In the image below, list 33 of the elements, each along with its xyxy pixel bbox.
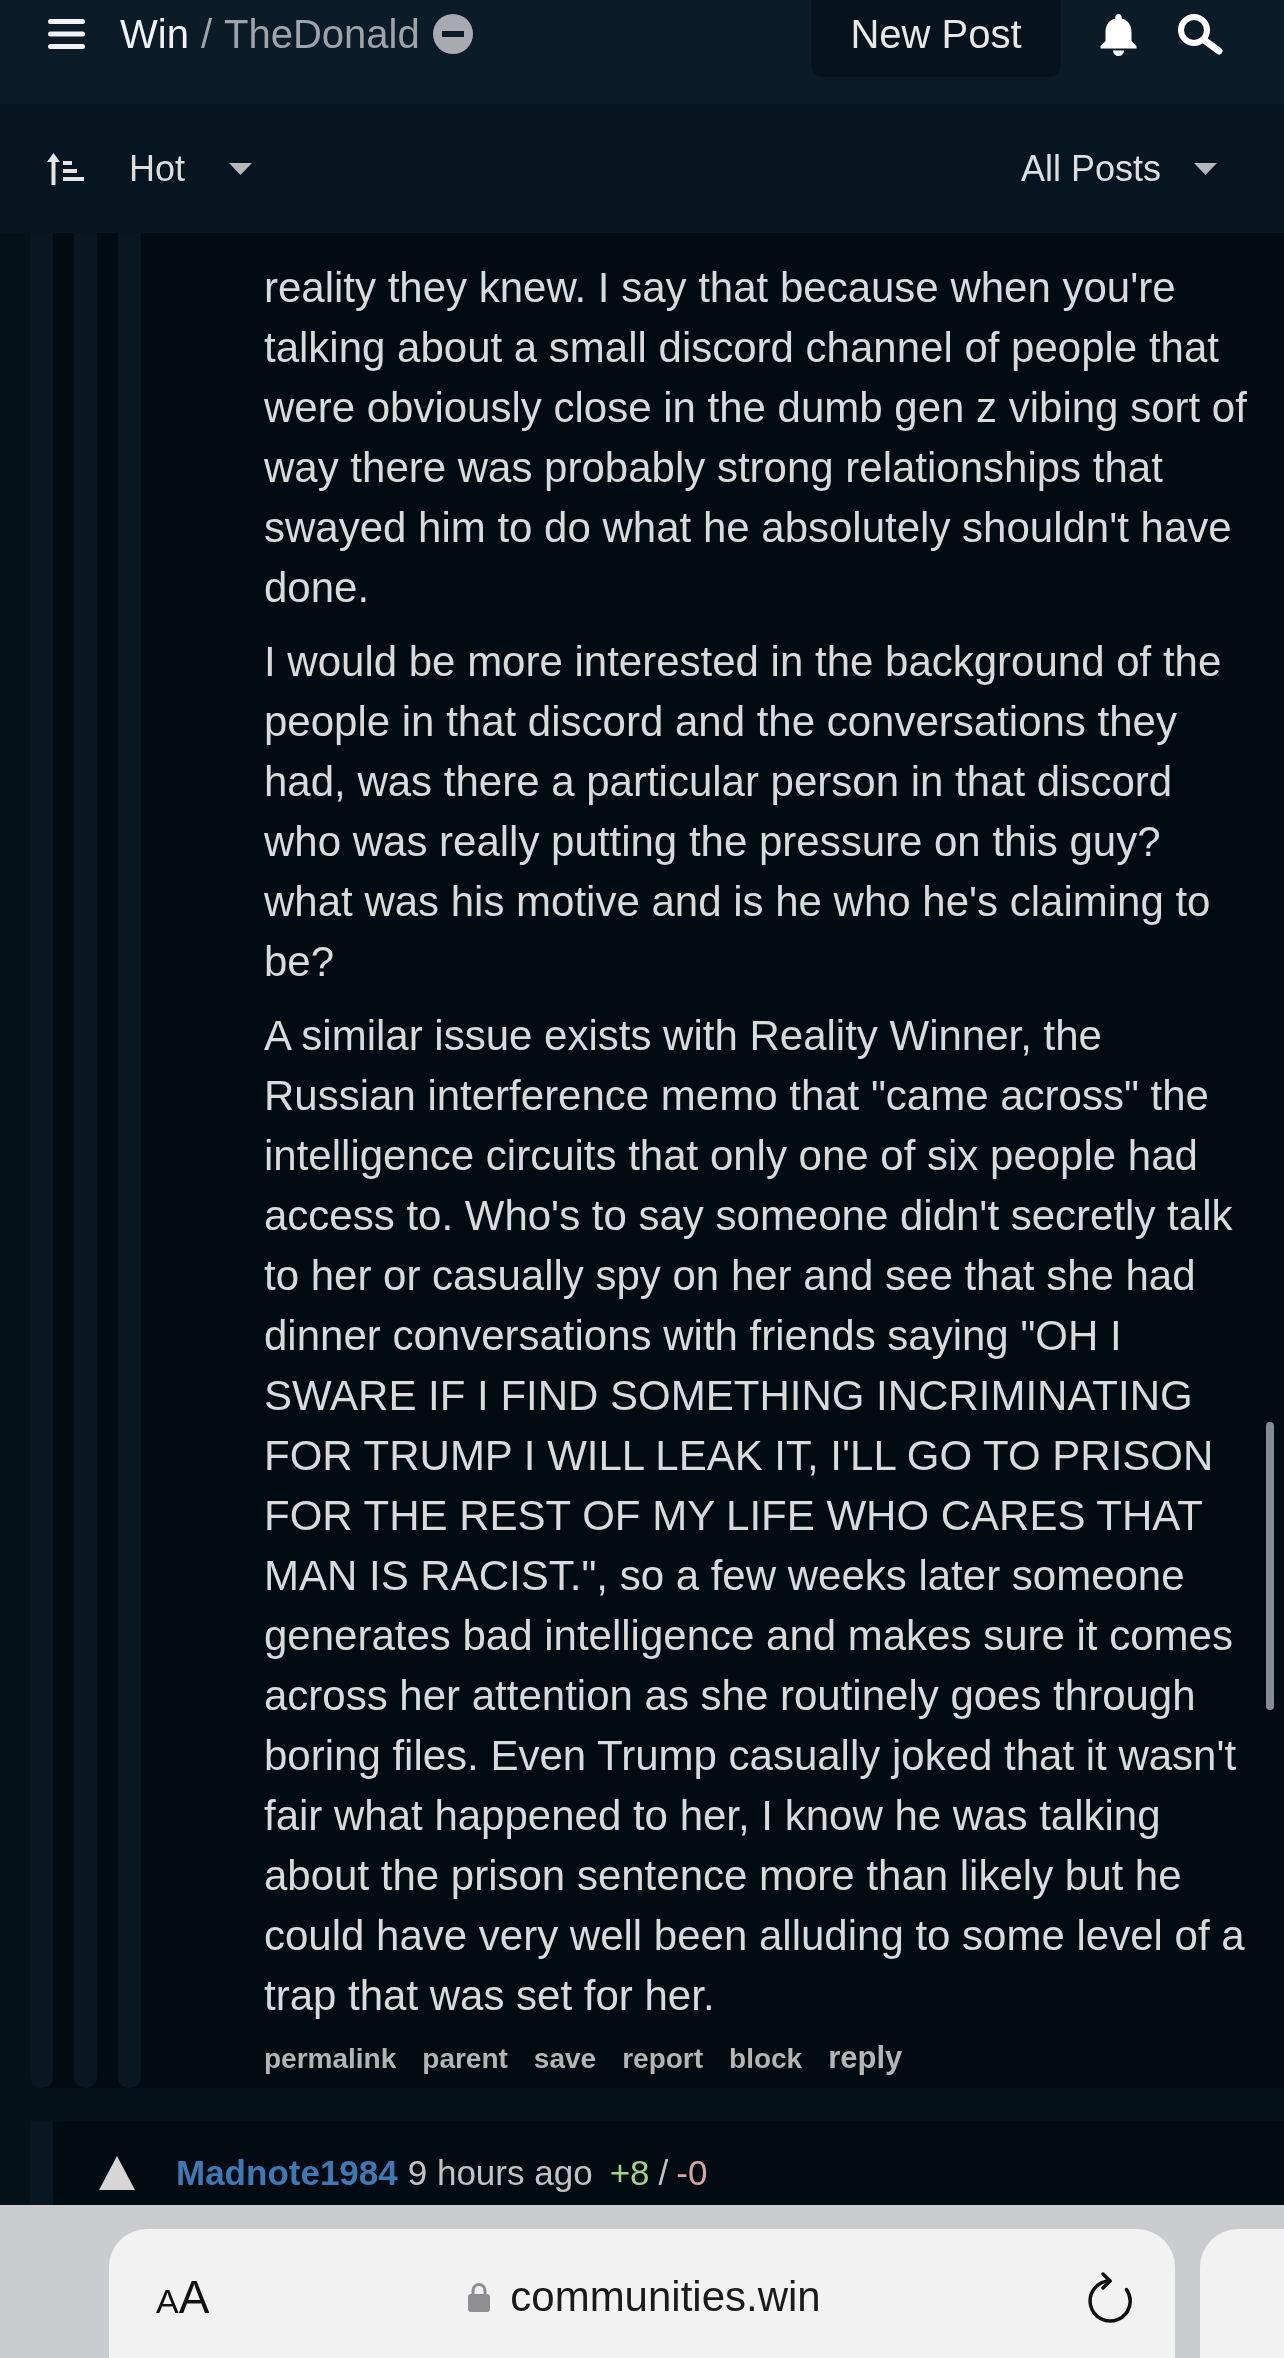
site-name[interactable]: Win (120, 11, 189, 57)
breadcrumb-separator: / (200, 11, 212, 57)
downvote-count: -0 (676, 2153, 708, 2193)
minus-circle-icon[interactable] (432, 14, 473, 54)
comment-paragraph: reality they knew. I say that because when you're talking about a small discord channel of people that were obviously close in the dumb gen z vibing sort of way there was probably strong relationships that swayed him to do what he absolutely shouldn't have done. (264, 263, 1248, 613)
reply-link[interactable]: reply (828, 2040, 903, 2076)
comment-paragraph: I would be more interested in the background of the people in that discord and the conversations they had, was there a particular person in that discord who was really putting the pressure on this guy? what was his motive and is he who he's claiming to be? (264, 637, 1223, 987)
sort-icon[interactable] (47, 152, 84, 185)
filter-dropdown[interactable]: All Posts (1020, 147, 1217, 190)
vote-separator: / (658, 2153, 669, 2193)
menu-icon[interactable] (48, 19, 85, 49)
up-triangle-icon[interactable] (99, 2156, 135, 2190)
action-link[interactable]: report (622, 2043, 704, 2075)
url-bar[interactable]: AA communities.win (109, 2229, 1175, 2358)
community-name[interactable]: TheDonald (224, 11, 420, 57)
reload-icon[interactable] (1087, 2270, 1133, 2323)
new-post-button[interactable]: New Post (811, 0, 1061, 77)
text-size-button[interactable]: AA (156, 2273, 210, 2320)
sort-dropdown[interactable]: Hot (129, 147, 253, 190)
caret-icon (1194, 162, 1217, 175)
upvote-count: +8 (609, 2153, 650, 2193)
action-link[interactable]: save (533, 2043, 597, 2075)
comment-paragraph: A similar issue exists with Reality Winner, the Russian interference memo that "came across" the intelligence circuits that only one of six people had access to. Who's to say someone didn't secretly talk to her or casually spy on her and see that she had dinner conversations with friends saying "OH I SWARE IF I FIND SOMETHING INCRIMINATING FOR TRUMP I WILL LEAK IT, I'LL GO TO PRISON FOR THE REST OF MY LIFE WHO CARES THAT MAN IS RACIST.", so a few weeks later someone generates bad intelligence and makes sure it comes across her attention as she routinely goes through boring files. Even Trump casually joked that it wasn't fair what happened to her, I know he was talking about the prison sentence more than likely but he could have very well been alluding to some level of a trap that was set for her. (264, 1011, 1246, 2021)
action-link[interactable]: permalink (264, 2043, 397, 2075)
caret-icon (229, 162, 253, 175)
search-icon[interactable] (1176, 13, 1224, 55)
author-link[interactable]: Madnote1984 (176, 2153, 398, 2193)
scrollbar-thumb[interactable] (1266, 1422, 1274, 1710)
timestamp: 9 hours ago (407, 2153, 593, 2193)
url-text: communities.win (510, 2272, 821, 2321)
action-link[interactable]: block (729, 2043, 803, 2075)
lock-icon (468, 2281, 491, 2312)
action-link[interactable]: parent (422, 2043, 508, 2075)
